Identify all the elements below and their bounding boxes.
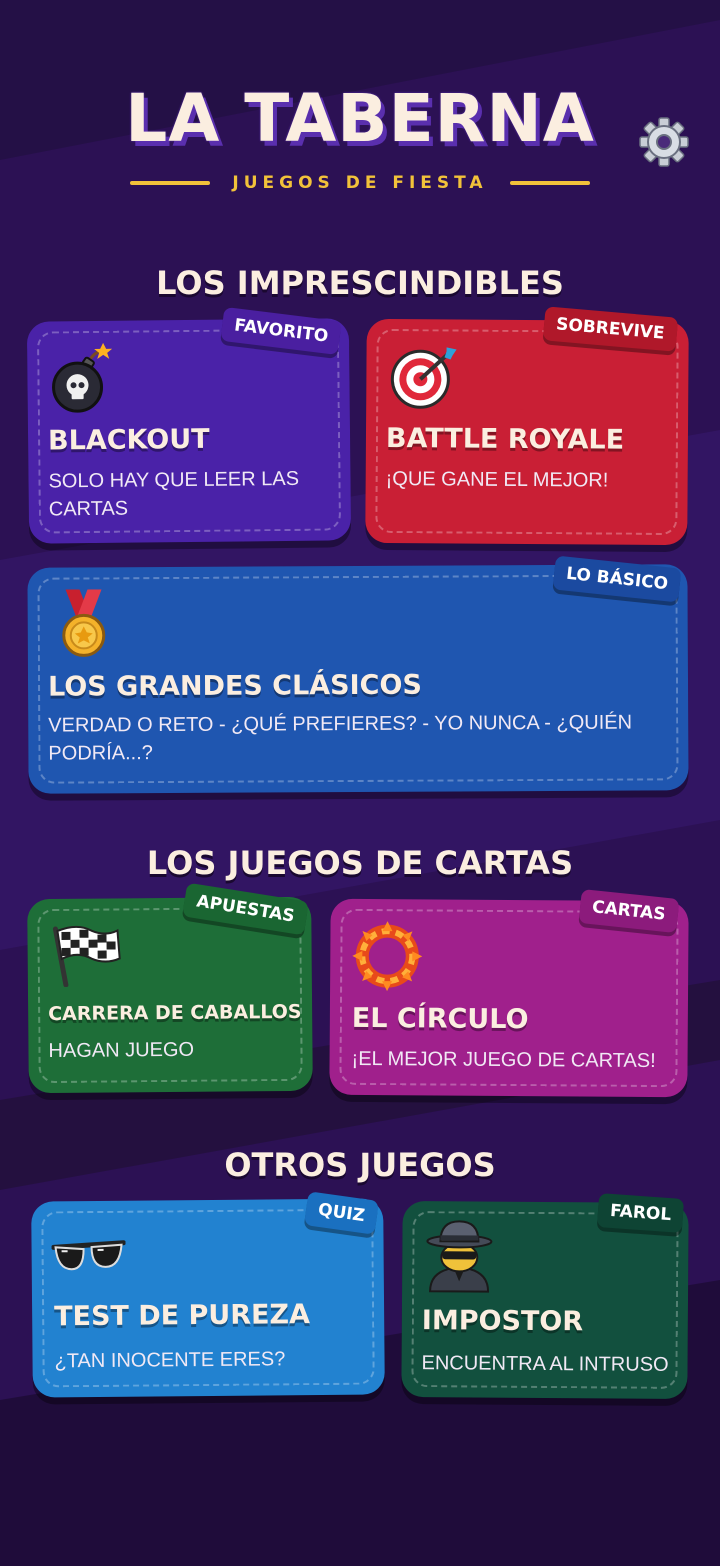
card-description: HAGAN JUEGO [48,1038,195,1063]
subtitle-row: JUEGOS DE FIESTA [0,170,720,196]
card-title: IMPOSTOR [421,1305,584,1338]
section-title-juegos-de-cartas: LOS JUEGOS DE CARTAS [146,844,574,882]
fire-ring-icon [352,921,423,992]
app-subtitle: JUEGOS DE FIESTA [232,173,488,193]
app-title: LA TABERNA [125,80,595,157]
card-title: BLACKOUT [47,423,210,457]
section-title-otros-juegos: OTROS JUEGOS [224,1146,496,1184]
card-title: CARRERA DE CABALLOS [48,1000,302,1026]
card-title: TEST DE PUREZA [54,1299,311,1333]
card-description: ENCUENTRA AL INTRUSO [421,1352,669,1376]
card-title: LOS GRANDES CLÁSICOS [47,669,422,703]
card-battle-royale[interactable]: BATTLE ROYALE ¡QUE GANE EL MEJOR! [365,318,689,546]
card-title: EL CÍRCULO [351,1002,529,1036]
divider-line [130,181,211,185]
card-description: ¡EL MEJOR JUEGO DE CARTAS! [351,1047,656,1073]
sunglasses-icon [51,1240,126,1271]
card-blackout[interactable]: BLACKOUT SOLO HAY QUE LEER LAS CARTAS [26,318,352,544]
divider-line [509,181,590,185]
card-description: VERDAD O RETO - ¿QUÉ PREFIERES? - YO NUN… [48,711,633,765]
card-grandes-clasicos[interactable]: LOS GRANDES CLÁSICOS VERDAD O RETO - ¿QU… [27,564,689,794]
settings-button[interactable] [636,114,692,170]
card-title: BATTLE ROYALE [385,423,625,456]
checkered-flag-icon [52,925,121,988]
card-description: SOLO HAY QUE LEER LAS CARTAS [48,467,300,521]
badge-farol: FAROL [596,1193,685,1233]
card-description: ¡QUE GANE EL MEJOR! [385,468,609,492]
bomb-skull-icon [52,342,113,413]
gear-icon [639,117,689,167]
spy-icon [426,1220,493,1293]
target-icon [390,347,457,409]
section-title-imprescindibles: LOS IMPRESCINDIBLES [156,264,564,302]
card-description: ¿TAN INOCENTE ERES? [54,1348,286,1373]
card-impostor[interactable]: IMPOSTOR ENCUENTRA AL INTRUSO [401,1201,689,1399]
medal-icon [62,589,106,657]
